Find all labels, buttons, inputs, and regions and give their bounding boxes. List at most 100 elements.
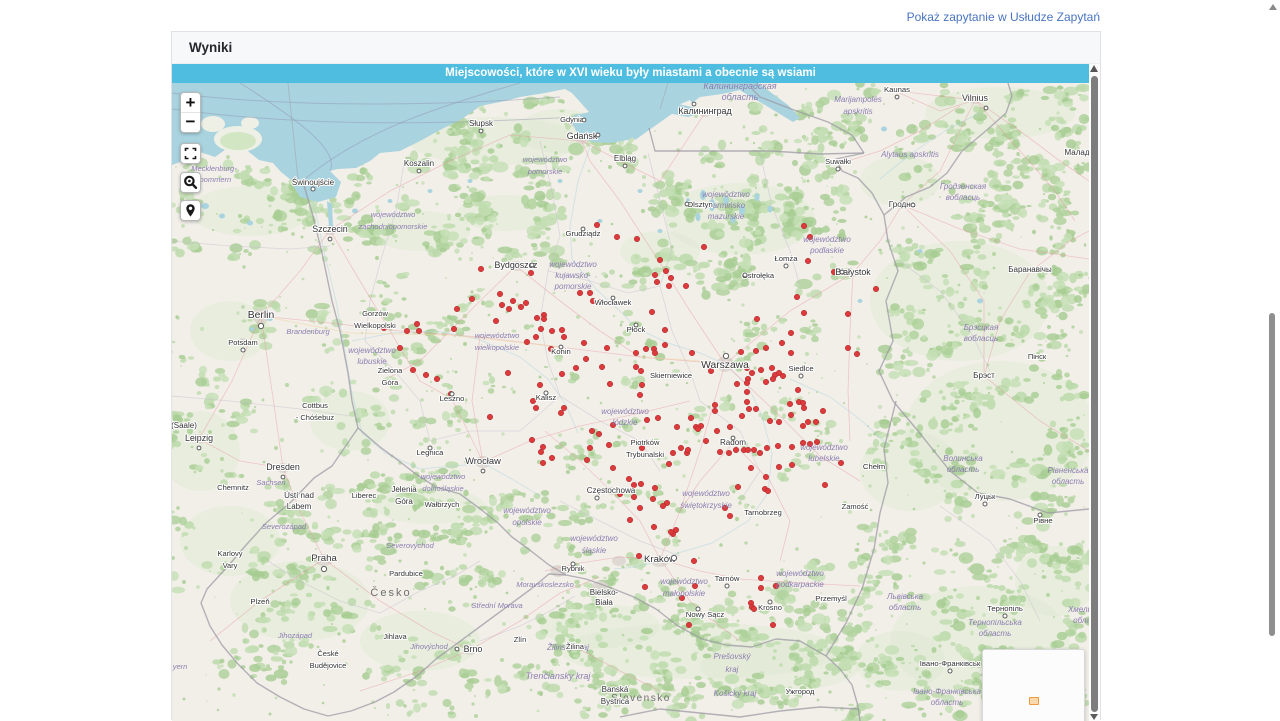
- svg-text:Брэст: Брэст: [973, 371, 995, 380]
- svg-text:Gdynia: Gdynia: [560, 115, 585, 124]
- svg-text:Žilina: Žilina: [566, 642, 585, 651]
- svg-text:podlaskie: podlaskie: [809, 246, 844, 255]
- svg-text:województwo: województwo: [702, 190, 750, 199]
- svg-text:yern: yern: [172, 662, 187, 671]
- svg-text:pomorskie: pomorskie: [554, 282, 592, 291]
- svg-text:Alytaus apskritis: Alytaus apskritis: [880, 150, 939, 159]
- svg-text:Góra: Góra: [395, 497, 413, 506]
- svg-text:województwo: województwo: [475, 331, 520, 340]
- svg-text:вобласць: вобласць: [946, 193, 981, 202]
- svg-text:Góra: Góra: [382, 378, 400, 387]
- svg-text:województwo: województwo: [503, 506, 551, 515]
- svg-text:Świnoujście: Świnoujście: [292, 178, 335, 187]
- svg-text:Biała: Biała: [595, 598, 613, 607]
- svg-text:Łomża: Łomża: [774, 254, 798, 263]
- svg-text:Střední Morava: Střední Morava: [471, 601, 522, 610]
- svg-text:Sachsen: Sachsen: [256, 478, 285, 487]
- svg-text:(Saale): (Saale): [172, 421, 197, 430]
- svg-text:Kaunas: Kaunas: [884, 85, 910, 94]
- svg-text:województwo: województwo: [601, 407, 649, 416]
- svg-text:Trybunalski: Trybunalski: [626, 450, 664, 459]
- svg-text:Хмельн: Хмельн: [1067, 605, 1089, 614]
- svg-text:Chemnitz: Chemnitz: [217, 483, 249, 492]
- svg-text:podkarpackie: podkarpackie: [775, 580, 824, 589]
- svg-text:Chełm: Chełm: [863, 462, 885, 471]
- svg-text:Praha: Praha: [311, 553, 337, 564]
- svg-text:Marijampolės: Marijampolės: [834, 95, 882, 104]
- svg-text:область: область: [947, 465, 980, 474]
- svg-text:Jihovýchod: Jihovýchod: [409, 642, 448, 651]
- svg-text:Баранавічы: Баранавічы: [1008, 265, 1052, 274]
- svg-text:Zamość: Zamość: [842, 502, 869, 511]
- svg-text:Маладзеч: Маладзеч: [1065, 148, 1089, 157]
- svg-text:województwo: województwo: [570, 534, 618, 543]
- svg-text:Szczecin: Szczecin: [312, 224, 348, 234]
- svg-text:Słupsk: Słupsk: [469, 119, 494, 128]
- svg-text:Vilnius: Vilnius: [962, 93, 989, 103]
- svg-text:śląskie: śląskie: [582, 546, 607, 555]
- svg-text:Plzeň: Plzeň: [250, 597, 269, 606]
- svg-text:pomorskie: pomorskie: [527, 167, 563, 176]
- svg-text:Košický kraj: Košický kraj: [714, 689, 757, 698]
- svg-text:Калининград: Калининград: [678, 106, 732, 116]
- svg-text:mazurskie: mazurskie: [708, 212, 745, 221]
- svg-text:область: область: [979, 629, 1012, 638]
- svg-text:вобласць: вобласць: [964, 334, 999, 343]
- svg-text:apskritis: apskritis: [843, 107, 872, 116]
- svg-text:Elbląg: Elbląg: [614, 154, 636, 163]
- svg-text:- Chóśebuz: - Chóśebuz: [296, 413, 335, 422]
- svg-text:Брэсцкая: Брэсцкая: [964, 323, 999, 332]
- svg-text:Cottbus: Cottbus: [302, 401, 328, 410]
- svg-text:Siedlce: Siedlce: [788, 364, 813, 373]
- svg-text:Trenčiansky kraj: Trenčiansky kraj: [526, 671, 592, 681]
- svg-text:województwo: województwo: [549, 260, 597, 269]
- svg-text:Рівне: Рівне: [1033, 516, 1052, 525]
- svg-text:województwo: województwo: [371, 210, 416, 219]
- svg-text:łódzkie: łódzkie: [613, 418, 638, 427]
- svg-text:Budějovice: Budějovice: [310, 661, 347, 670]
- svg-text:Гродзенская: Гродзенская: [940, 182, 987, 191]
- svg-text:Suwałki: Suwałki: [825, 157, 851, 166]
- svg-text:województwo: województwo: [660, 577, 708, 586]
- svg-text:Leipzig: Leipzig: [185, 433, 213, 443]
- svg-text:zachodniopomorskie: zachodniopomorskie: [358, 222, 428, 231]
- svg-text:kujawsko-: kujawsko-: [555, 271, 591, 280]
- svg-text:województwo: województwo: [682, 489, 730, 498]
- svg-text:lubuskie: lubuskie: [357, 357, 387, 366]
- svg-text:Zielona: Zielona: [378, 366, 403, 375]
- svg-text:Brno: Brno: [464, 644, 483, 654]
- svg-text:opolskie: opolskie: [512, 518, 542, 527]
- svg-text:małopolskie: małopolskie: [663, 589, 706, 598]
- svg-text:Kraków: Kraków: [644, 554, 676, 565]
- svg-text:Тернопіль: Тернопіль: [987, 604, 1023, 613]
- svg-text:dolnośląskie: dolnośląskie: [422, 484, 463, 493]
- svg-text:województwo: województwo: [776, 569, 824, 578]
- svg-text:Potsdam: Potsdam: [228, 338, 258, 347]
- svg-text:область: область: [889, 603, 922, 612]
- svg-text:Тернопільська: Тернопільська: [968, 618, 1022, 627]
- svg-text:Wałbrzych: Wałbrzych: [425, 500, 460, 509]
- svg-text:Vary: Vary: [223, 561, 238, 570]
- svg-text:Луцьк: Луцьк: [975, 492, 996, 501]
- svg-text:Nowy Sącz: Nowy Sącz: [686, 610, 725, 619]
- svg-text:Tarnów: Tarnów: [715, 574, 740, 583]
- svg-text:Dresden: Dresden: [266, 462, 300, 472]
- svg-text:Česko: Česko: [370, 586, 411, 599]
- svg-text:Prešovský: Prešovský: [714, 652, 752, 661]
- svg-text:Liberec: Liberec: [352, 491, 377, 500]
- svg-text:Przemyśl: Przemyśl: [815, 594, 847, 603]
- svg-text:województwo: województwo: [421, 472, 466, 481]
- svg-text:Jelenia: Jelenia: [391, 485, 417, 494]
- svg-text:Częstochowa: Częstochowa: [587, 486, 636, 495]
- svg-text:область: область: [931, 698, 964, 707]
- svg-text:обла: обла: [1073, 616, 1089, 625]
- svg-text:Jihlava: Jihlava: [383, 632, 407, 641]
- svg-text:Bielsko-: Bielsko-: [590, 588, 619, 597]
- svg-text:Волинська: Волинська: [943, 454, 983, 463]
- svg-text:Ústí nad: Ústí nad: [284, 491, 314, 500]
- svg-text:świętokrzyskie: świętokrzyskie: [680, 501, 732, 510]
- svg-text:Gorzów: Gorzów: [362, 309, 388, 318]
- svg-text:województwo: województwo: [348, 346, 396, 355]
- svg-text:Bystrica: Bystrica: [601, 697, 630, 706]
- svg-text:Karlovy: Karlovy: [217, 549, 242, 558]
